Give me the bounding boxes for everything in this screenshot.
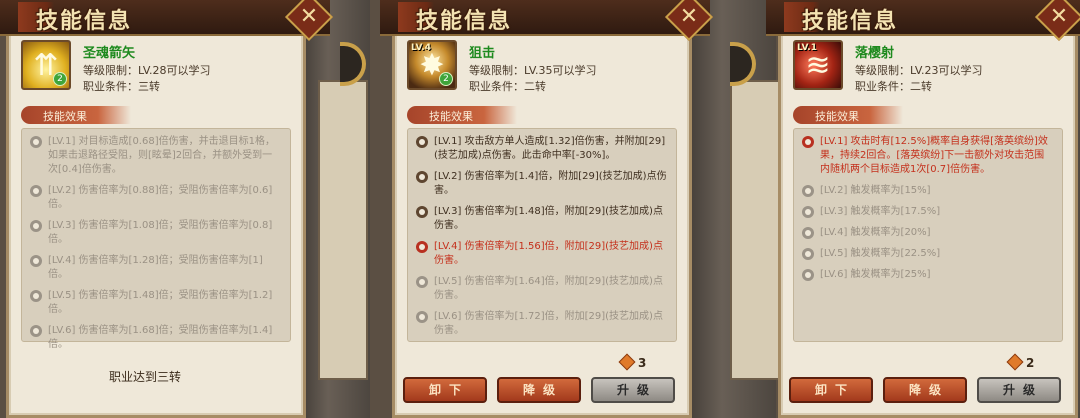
panel-title-bar: 技能信息 ✕ (380, 0, 714, 42)
gear-bullet-icon (30, 136, 42, 148)
skill-effect-list: [LV.1] 攻击时有[12.5%]概率自身获得[落英缤纷]效果，持续2回合。[… (793, 128, 1063, 342)
level-requirement: 等级限制：LV.23可以学习 (855, 64, 983, 77)
upgrade-cost: 3 (618, 353, 646, 371)
close-button[interactable]: ✕ (664, 0, 714, 42)
skill-name: 狙击 (469, 46, 496, 61)
effect-line-lv5: [LV.5] 伤害倍率为[1.64]倍，附加[29](技艺加成)点伤害。 (416, 275, 668, 303)
gear-bullet-icon (802, 206, 814, 218)
golden-arrow-skill-icon: ⇈ 2 (21, 40, 71, 90)
skill-info-panel: LV.4 ✸ 2 狙击 等级限制：LV.35可以学习 职业条件：二转 技能效果 … (380, 0, 714, 418)
effect-line-lv4-current: [LV.4] 伤害倍率为[1.56]倍，附加[29](技艺加成)点伤害。 (416, 240, 668, 268)
panel-title: 技能信息 (416, 8, 513, 34)
upgrade-button[interactable]: 升级 (977, 377, 1061, 403)
skill-info-paper: LV.1 ≋ 落樱射 等级限制：LV.23可以学习 职业条件：二转 技能效果 [… (778, 30, 1078, 418)
gear-bullet-icon (416, 206, 428, 218)
effect-line-lv5: [LV.5] 触发概率为[22.5%] (802, 247, 1054, 261)
effect-line-lv1: [LV.1] 攻击敌方单人造成[1.32]倍伤害，并附加[29](技艺加成)点伤… (416, 135, 668, 163)
effect-line-lv5: [LV.5] 伤害倍率为[1.48]倍；受阻伤害倍率为[1.2]倍。 (30, 289, 282, 317)
skill-effect-list: [LV.1] 攻击敌方单人造成[1.32]倍伤害，并附加[29](技艺加成)点伤… (407, 128, 677, 342)
skill-grade-badge: 2 (53, 72, 67, 86)
effect-line-lv1-current: [LV.1] 攻击时有[12.5%]概率自身获得[落英缤纷]效果，持续2回合。[… (802, 135, 1054, 177)
burst-strike-skill-icon: LV.4 ✸ 2 (407, 40, 457, 90)
skill-info-paper: ⇈ 2 圣魂箭矢 等级限制：LV.28可以学习 职业条件：三转 技能效果 [LV… (6, 30, 306, 418)
effect-line-lv3: [LV.3] 伤害倍率为[1.48]倍，附加[29](技艺加成)点伤害。 (416, 205, 668, 233)
downgrade-button[interactable]: 降级 (883, 377, 967, 403)
job-requirement: 职业条件：三转 (83, 80, 160, 93)
panel-title: 技能信息 (802, 8, 899, 34)
job-requirement-notice: 职业达到三转 (109, 370, 182, 384)
gear-bullet-icon (802, 185, 814, 197)
upgrade-cost: 2 (1006, 353, 1034, 371)
close-icon: ✕ (1049, 4, 1069, 30)
gear-bullet-icon (30, 220, 42, 232)
skill-effect-list: [LV.1] 对目标造成[0.68]倍伤害，并击退目标1格，如果击退路径受阻，则… (21, 128, 291, 350)
effect-line-lv4: [LV.4] 触发概率为[20%] (802, 226, 1054, 240)
downgrade-button[interactable]: 降级 (497, 377, 581, 403)
effect-line-lv2: [LV.2] 伤害倍率为[0.88]倍；受阻伤害倍率为[0.6]倍。 (30, 184, 282, 212)
effect-line-lv6: [LV.6] 伤害倍率为[1.68]倍；受阻伤害倍率为[1.4]倍。 (30, 324, 282, 352)
effect-line-lv3: [LV.3] 伤害倍率为[1.08]倍；受阻伤害倍率为[0.8]倍。 (30, 219, 282, 247)
gear-bullet-icon (30, 255, 42, 267)
skill-info-panel: LV.1 ≋ 落樱射 等级限制：LV.23可以学习 职业条件：二转 技能效果 [… (766, 0, 1080, 418)
skill-name: 圣魂箭矢 (83, 46, 136, 61)
close-button[interactable]: ✕ (284, 0, 334, 42)
gear-bullet-icon (802, 227, 814, 239)
effect-line-lv3: [LV.3] 触发概率为[17.5%] (802, 205, 1054, 219)
close-button[interactable]: ✕ (1034, 0, 1080, 42)
gear-bullet-icon (416, 171, 428, 183)
panel-title-bar: 技能信息 ✕ (0, 0, 334, 42)
effect-line-lv2: [LV.2] 触发概率为[15%] (802, 184, 1054, 198)
effect-line-lv2: [LV.2] 伤害倍率为[1.4]倍，附加[29](技艺加成)点伤害。 (416, 170, 668, 198)
gear-bullet-icon (416, 276, 428, 288)
skill-info-panel: ⇈ 2 圣魂箭矢 等级限制：LV.28可以学习 职业条件：三转 技能效果 [LV… (0, 0, 334, 418)
effect-line-lv4: [LV.4] 伤害倍率为[1.28]倍；受阻伤害倍率为[1]倍。 (30, 254, 282, 282)
job-requirement: 职业条件：二转 (469, 80, 546, 93)
skill-grade-badge: 2 (439, 72, 453, 86)
effect-line-lv6: [LV.6] 伤害倍率为[1.72]倍，附加[29](技艺加成)点伤害。 (416, 310, 668, 338)
skill-info-paper: LV.4 ✸ 2 狙击 等级限制：LV.35可以学习 职业条件：二转 技能效果 … (392, 30, 692, 418)
unequip-button[interactable]: 卸下 (403, 377, 487, 403)
close-icon: ✕ (299, 4, 319, 30)
gear-bullet-icon (802, 248, 814, 260)
gear-bullet-icon (30, 325, 42, 337)
gear-bullet-icon (30, 185, 42, 197)
panel-title: 技能信息 (36, 8, 133, 34)
level-requirement: 等级限制：LV.28可以学习 (83, 64, 211, 77)
gear-bullet-icon (802, 269, 814, 281)
gear-bullet-icon (416, 311, 428, 323)
panel-title-bar: 技能信息 ✕ (766, 0, 1080, 42)
gear-bullet-icon (416, 241, 428, 253)
gear-bullet-icon (30, 290, 42, 302)
skill-effect-header: 技能效果 (21, 106, 131, 124)
effect-line-lv6: [LV.6] 触发概率为[25%] (802, 268, 1054, 282)
skill-name: 落樱射 (855, 46, 895, 61)
skill-effect-header: 技能效果 (407, 106, 517, 124)
unequip-button[interactable]: 卸下 (789, 377, 873, 403)
gear-bullet-icon (416, 136, 428, 148)
gear-bullet-icon (802, 136, 814, 148)
close-icon: ✕ (679, 4, 699, 30)
upgrade-button[interactable]: 升级 (591, 377, 675, 403)
effect-line-lv1: [LV.1] 对目标造成[0.68]倍伤害，并击退目标1格，如果击退路径受阻，则… (30, 135, 282, 177)
job-requirement: 职业条件：二转 (855, 80, 932, 93)
gem-icon (618, 353, 636, 371)
skill-effect-header: 技能效果 (793, 106, 903, 124)
gem-icon (1006, 353, 1024, 371)
level-requirement: 等级限制：LV.35可以学习 (469, 64, 597, 77)
falling-petals-skill-icon: LV.1 ≋ (793, 40, 843, 90)
